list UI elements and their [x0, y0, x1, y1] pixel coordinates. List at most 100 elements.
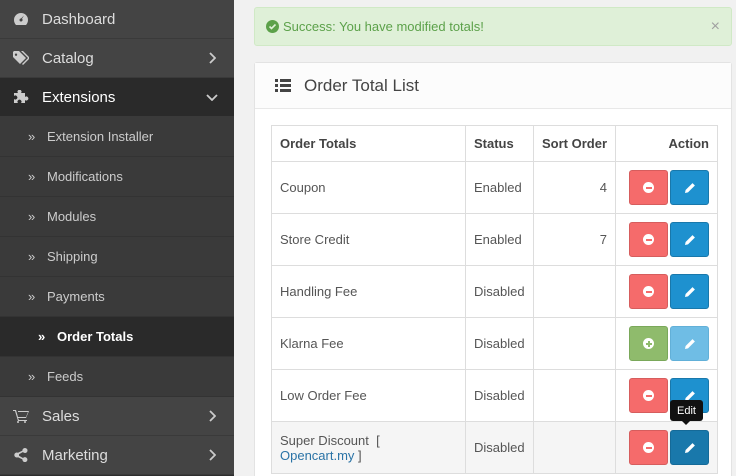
cell-actions	[615, 317, 718, 370]
double-chevron-icon: »	[28, 369, 36, 384]
opencart-link[interactable]: Opencart.my	[280, 448, 354, 463]
sidebar-item-catalog[interactable]: Catalog	[0, 39, 234, 78]
cell-status: Disabled	[465, 265, 534, 318]
sidebar-item-extension-installer[interactable]: » Extension Installer	[0, 117, 234, 157]
cell-status: Disabled	[465, 317, 534, 370]
table-row: Store Credit Enabled 7	[271, 213, 718, 266]
close-button[interactable]: ×	[711, 18, 720, 36]
check-circle-icon	[266, 20, 279, 33]
sidebar-item-label: Feeds	[47, 369, 84, 384]
cell-sort-order: 4	[533, 161, 616, 214]
success-alert: Success: You have modified totals! ×	[254, 7, 732, 46]
edit-button	[670, 326, 709, 361]
double-chevron-icon: »	[28, 209, 36, 224]
cell-status: Enabled	[465, 161, 534, 214]
pencil-icon	[684, 234, 695, 245]
sidebar-item-sales[interactable]: Sales	[0, 397, 234, 436]
share-icon	[13, 448, 29, 462]
install-button[interactable]	[629, 326, 668, 361]
minus-circle-icon	[643, 182, 654, 193]
edit-button[interactable]	[670, 170, 709, 205]
puzzle-icon	[13, 90, 29, 104]
pencil-icon	[684, 286, 695, 297]
table-row: Handling Fee Disabled	[271, 265, 718, 318]
sidebar-item-label: Shipping	[47, 249, 98, 264]
cell-sort-order: 7	[533, 213, 616, 266]
panel-title: Order Total List	[304, 75, 419, 95]
uninstall-button[interactable]	[629, 222, 668, 257]
sidebar-item-dashboard[interactable]: Dashboard	[0, 0, 234, 39]
pencil-icon	[684, 182, 695, 193]
tags-icon	[13, 51, 29, 65]
sidebar-item-label: Payments	[47, 289, 105, 304]
cell-name: Low Order Fee	[271, 369, 466, 422]
sidebar-item-payments[interactable]: » Payments	[0, 277, 234, 317]
order-totals-table: Order Totals Status Sort Order Action Co…	[271, 125, 718, 474]
table-row: Coupon Enabled 4	[271, 161, 718, 214]
pencil-icon	[684, 442, 695, 453]
uninstall-button[interactable]	[629, 378, 668, 413]
cell-actions	[615, 213, 718, 266]
cell-actions	[615, 265, 718, 318]
minus-circle-icon	[643, 390, 654, 401]
list-icon	[275, 79, 291, 92]
cell-status: Disabled	[465, 421, 534, 474]
plus-circle-icon	[643, 338, 654, 349]
order-total-panel: Order Total List Order Totals Status Sor…	[254, 62, 732, 476]
double-chevron-icon: »	[28, 289, 36, 304]
uninstall-button[interactable]	[629, 170, 668, 205]
cell-actions	[615, 421, 718, 474]
table-header-row: Order Totals Status Sort Order Action	[271, 125, 718, 162]
cell-actions	[615, 161, 718, 214]
panel-heading: Order Total List	[255, 63, 731, 109]
cell-name: Super Discount [ Opencart.my ]	[271, 421, 466, 474]
minus-circle-icon	[643, 234, 654, 245]
sidebar: Dashboard Catalog Extensions » Extension…	[0, 0, 234, 476]
edit-button[interactable]	[670, 222, 709, 257]
cell-sort-order	[533, 265, 616, 318]
sidebar-item-label: Catalog	[42, 49, 94, 67]
chevron-right-icon	[206, 52, 218, 64]
sidebar-item-label: Extension Installer	[47, 129, 154, 144]
double-chevron-icon: »	[28, 129, 36, 144]
sidebar-item-label: Dashboard	[42, 10, 116, 28]
pencil-icon	[684, 338, 695, 349]
row-name: Super Discount	[280, 432, 369, 448]
double-chevron-icon: »	[38, 329, 46, 344]
cell-status: Disabled	[465, 369, 534, 422]
sidebar-item-label: Sales	[42, 407, 80, 425]
table-row: Low Order Fee Disabled	[271, 369, 718, 422]
sidebar-item-label: Order Totals	[57, 329, 134, 344]
sidebar-item-modules[interactable]: » Modules	[0, 197, 234, 237]
double-chevron-icon: »	[28, 169, 36, 184]
sidebar-item-feeds[interactable]: » Feeds	[0, 357, 234, 397]
sidebar-item-label: Modules	[47, 209, 97, 224]
edit-button[interactable]	[670, 274, 709, 309]
cell-sort-order	[533, 317, 616, 370]
cart-icon	[13, 409, 29, 423]
sidebar-item-marketing[interactable]: Marketing	[0, 436, 234, 475]
chevron-down-icon	[206, 93, 218, 101]
uninstall-button[interactable]	[629, 430, 668, 465]
sidebar-item-label: Marketing	[42, 446, 108, 464]
cell-sort-order	[533, 369, 616, 422]
alert-message: Success: You have modified totals!	[283, 19, 484, 34]
sidebar-item-label: Modifications	[47, 169, 123, 184]
edit-button[interactable]	[670, 430, 709, 465]
column-header-order-totals[interactable]: Order Totals	[271, 125, 466, 162]
table-row: Klarna Fee Disabled	[271, 317, 718, 370]
sidebar-item-extensions[interactable]: Extensions	[0, 78, 234, 117]
sidebar-item-shipping[interactable]: » Shipping	[0, 237, 234, 277]
column-header-sort-order[interactable]: Sort Order	[533, 125, 616, 162]
minus-circle-icon	[643, 442, 654, 453]
sidebar-item-label: Extensions	[42, 88, 116, 106]
column-header-status[interactable]: Status	[465, 125, 534, 162]
cell-name: Klarna Fee	[271, 317, 466, 370]
edit-tooltip: Edit	[670, 400, 703, 425]
table-row: Super Discount [ Opencart.my ] Disabled	[271, 421, 718, 474]
minus-circle-icon	[643, 286, 654, 297]
sidebar-item-modifications[interactable]: » Modifications	[0, 157, 234, 197]
sidebar-item-order-totals[interactable]: » Order Totals	[0, 317, 234, 357]
uninstall-button[interactable]	[629, 274, 668, 309]
cell-sort-order	[533, 421, 616, 474]
